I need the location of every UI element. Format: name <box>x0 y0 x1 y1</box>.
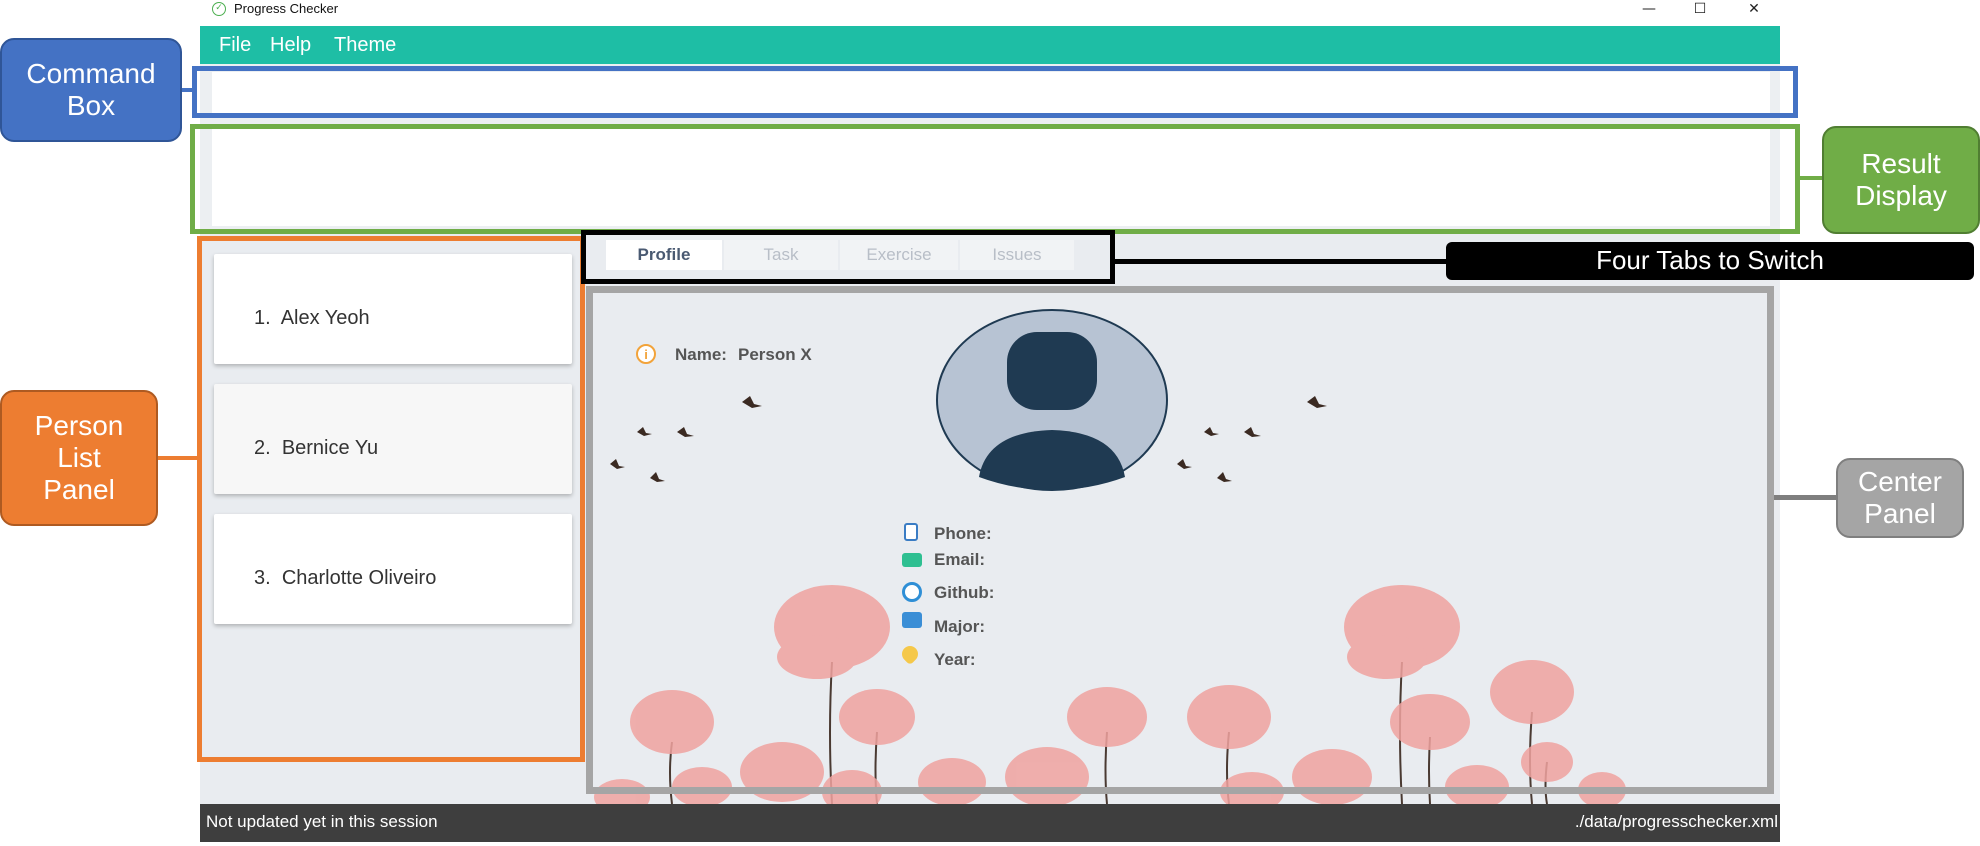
title-bar <box>200 0 1780 26</box>
status-sync-text: Not updated yet in this session <box>206 812 438 831</box>
result-display-connector <box>1800 176 1824 180</box>
person-list-connector <box>156 456 198 460</box>
minimize-button[interactable]: — <box>1626 0 1672 18</box>
maximize-button[interactable]: ☐ <box>1677 0 1723 18</box>
person-list-annotation: Person List Panel <box>0 390 158 526</box>
command-box-connector <box>182 88 194 92</box>
tabs-connector <box>1114 259 1448 264</box>
menu-file[interactable]: File <box>219 34 251 57</box>
center-panel-frame <box>586 286 1774 794</box>
tabs-frame <box>581 230 1115 284</box>
result-display-frame <box>190 124 1800 234</box>
result-display-annotation: Result Display <box>1822 126 1980 234</box>
person-list-frame <box>197 236 585 762</box>
center-panel-connector <box>1774 495 1838 500</box>
command-box-annotation: Command Box <box>0 38 182 142</box>
center-panel-annotation: Center Panel <box>1836 458 1964 538</box>
command-box-frame <box>192 66 1798 118</box>
tabs-annotation: Four Tabs to Switch <box>1446 242 1974 280</box>
close-button[interactable]: ✕ <box>1731 0 1777 18</box>
menu-bar <box>200 26 1780 64</box>
menu-theme[interactable]: Theme <box>334 34 396 57</box>
status-file-path: ./data/progresschecker.xml <box>1574 812 1778 831</box>
app-check-icon: ✓ <box>212 2 226 16</box>
menu-help[interactable]: Help <box>270 34 311 57</box>
window-title: Progress Checker <box>234 1 339 16</box>
